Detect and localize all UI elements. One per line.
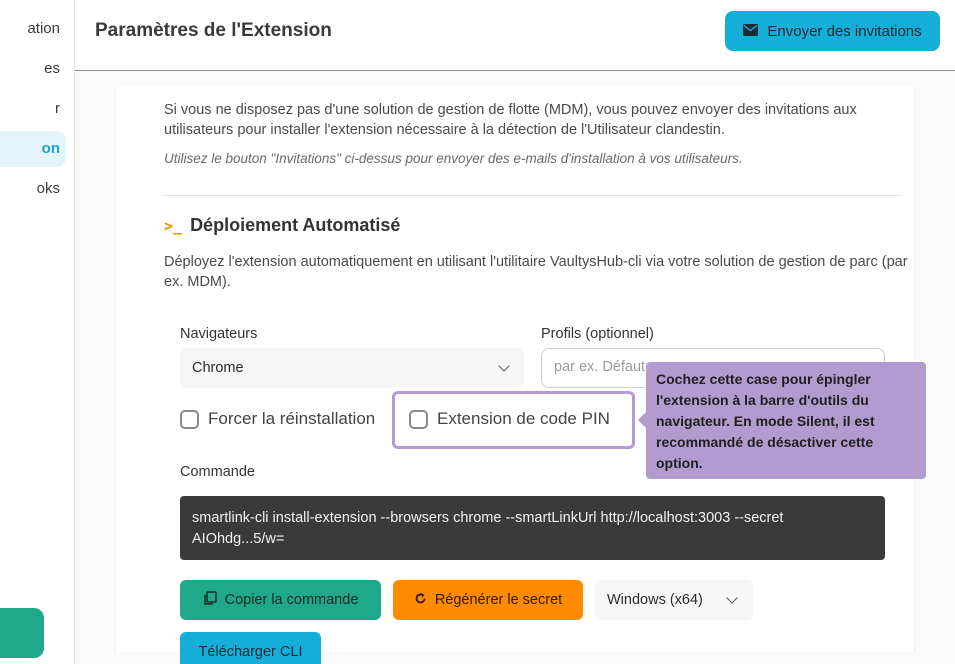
sidebar-item-label: es: [44, 60, 60, 77]
pin-extension-checkbox[interactable]: Extension de code PIN: [409, 409, 610, 429]
command-label: Commande: [180, 464, 255, 480]
checkbox-box[interactable]: [180, 409, 199, 429]
command-box[interactable]: smartlink-cli install-extension --browse…: [180, 496, 885, 560]
copy-icon: [203, 590, 217, 610]
download-cli-label: Télécharger CLI: [198, 644, 303, 660]
regenerate-secret-button[interactable]: Régénérer le secret: [393, 580, 583, 620]
intro-hint: Utilisez le bouton "Invitations" ci-dess…: [164, 151, 743, 166]
browsers-select[interactable]: Chrome: [180, 348, 524, 388]
sidebar-item-label: r: [55, 100, 60, 117]
checkbox-box[interactable]: [409, 409, 428, 429]
refresh-icon: [414, 592, 427, 609]
pin-extension-tooltip: Cochez cette case pour épingler l'extens…: [638, 362, 926, 479]
browsers-label: Navigateurs: [180, 326, 258, 342]
page-header: Paramètres de l'Extension Envoyer des in…: [75, 0, 955, 71]
envelope-icon: [743, 23, 759, 40]
intro-text: Si vous ne disposez pas d'une solution d…: [164, 102, 857, 138]
sidebar-item-extension[interactable]: on: [0, 131, 66, 167]
page-title: Paramètres de l'Extension: [95, 20, 332, 41]
os-select[interactable]: Windows (x64): [595, 580, 753, 620]
chevron-down-icon: [498, 360, 510, 372]
sidebar-item-3[interactable]: r: [0, 91, 66, 127]
send-invitations-label: Envoyer des invitations: [767, 22, 922, 40]
section-title: >_ Déploiement Automatisé: [164, 215, 400, 236]
browsers-select-value: Chrome: [192, 360, 244, 376]
os-select-value: Windows (x64): [607, 592, 703, 608]
sidebar: ation es r on oks: [0, 0, 75, 664]
sidebar-item-label: on: [41, 140, 60, 157]
pin-extension-label: Extension de code PIN: [437, 409, 610, 428]
send-invitations-button[interactable]: Envoyer des invitations: [725, 11, 940, 51]
force-reinstall-checkbox[interactable]: Forcer la réinstallation: [180, 409, 375, 429]
terminal-icon: >_: [164, 216, 183, 235]
sidebar-item-label: ation: [27, 20, 60, 37]
regenerate-secret-label: Régénérer le secret: [434, 592, 563, 608]
sidebar-item-5[interactable]: oks: [0, 171, 66, 207]
sidebar-bottom-button[interactable]: [0, 608, 44, 658]
chevron-down-icon: [726, 592, 738, 604]
section-title-text: Déploiement Automatisé: [190, 215, 401, 235]
sidebar-item-1[interactable]: ation: [0, 11, 66, 47]
download-cli-button[interactable]: Télécharger CLI: [180, 632, 321, 664]
sidebar-item-2[interactable]: es: [0, 51, 66, 87]
divider: [163, 195, 901, 196]
section-description: Déployez l'extension automatiquement en …: [164, 254, 908, 290]
copy-command-label: Copier la commande: [224, 592, 359, 608]
profiles-label: Profils (optionnel): [541, 326, 654, 342]
force-reinstall-label: Forcer la réinstallation: [208, 409, 376, 428]
profiles-input-placeholder: par ex. Défaut: [554, 359, 646, 375]
sidebar-item-label: oks: [36, 180, 60, 197]
copy-command-button[interactable]: Copier la commande: [180, 580, 381, 620]
